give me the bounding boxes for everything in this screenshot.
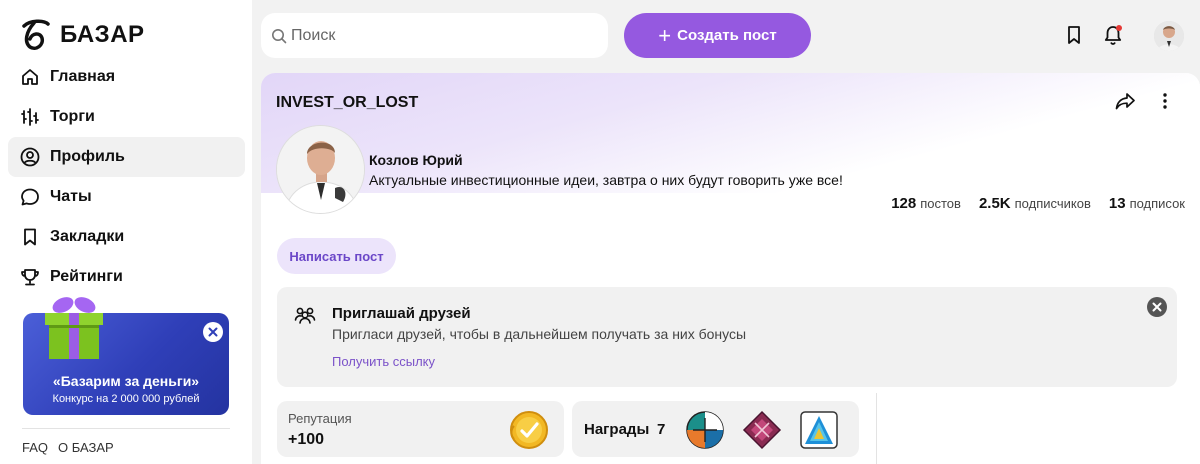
create-post-button[interactable]: + Создать пост	[624, 13, 811, 58]
sidebar-item-trading[interactable]: Торги	[8, 97, 245, 137]
invite-friends-card: Приглашай друзей Пригласи друзей, чтобы …	[277, 287, 1177, 387]
sidebar-item-chats[interactable]: Чаты	[8, 177, 245, 217]
sidebar-item-label: Торги	[50, 108, 95, 125]
profile-card: INVEST_OR_LOST Козлов Юрий Актуальные ин…	[261, 73, 1200, 393]
awards-label: Награды	[584, 421, 650, 438]
sidebar-item-label: Рейтинги	[50, 268, 123, 285]
reputation-card[interactable]: Репутация +100	[277, 401, 564, 457]
award-badge-icon[interactable]	[742, 410, 782, 450]
user-avatar[interactable]	[1154, 21, 1184, 51]
get-link-button[interactable]: Получить ссылку	[332, 354, 435, 369]
profile-stats: 128 постов 2.5K подписчиков 13 подписок	[891, 195, 1185, 213]
awards-count: 7	[657, 421, 666, 438]
reputation-label: Репутация	[288, 411, 352, 426]
bookmark-icon	[20, 227, 40, 247]
stat-subscriptions[interactable]: 13 подписок	[1109, 195, 1185, 213]
promo-subtitle: Конкурс на 2 000 000 рублей	[52, 393, 200, 405]
write-post-button[interactable]: Написать пост	[277, 238, 396, 274]
faq-link[interactable]: FAQ	[22, 440, 48, 455]
search-input[interactable]	[291, 26, 591, 45]
stat-subscribers-value: 2.5K	[978, 195, 1011, 212]
stat-subscribers[interactable]: 2.5K подписчиков	[979, 195, 1091, 213]
logo[interactable]: БАЗАР	[18, 18, 145, 52]
sidebar-divider	[22, 428, 230, 429]
awards-card[interactable]: Награды 7	[572, 401, 859, 457]
promo-title: «Базарим за деньги»	[52, 373, 200, 389]
award-badge-icon[interactable]	[799, 410, 839, 450]
sidebar-item-label: Главная	[50, 68, 116, 85]
trophy-icon	[20, 267, 40, 287]
sidebar: БАЗАР Главная Торги Профиль Чаты Закладк…	[0, 0, 252, 464]
stat-posts-value: 128	[891, 195, 917, 212]
sidebar-item-ratings[interactable]: Рейтинги	[8, 257, 245, 297]
close-icon	[208, 327, 218, 337]
stat-posts[interactable]: 128 постов	[891, 195, 961, 213]
search-icon	[272, 28, 287, 43]
plus-icon: +	[658, 22, 672, 48]
profile-avatar-image	[277, 126, 364, 213]
about-link[interactable]: О БАЗАР	[58, 440, 114, 455]
column-divider	[876, 393, 877, 464]
profile-achievements: Репутация +100 Награды 7	[261, 393, 1200, 464]
sidebar-item-bookmarks[interactable]: Закладки	[8, 217, 245, 257]
profile-name: Козлов Юрий	[369, 152, 463, 168]
reputation-medal-icon	[510, 411, 548, 449]
reputation-value: +100	[288, 431, 325, 448]
profile-username: INVEST_OR_LOST	[276, 94, 419, 111]
stat-subscribers-label: подписчиков	[1014, 196, 1091, 211]
stat-subscriptions-value: 13	[1108, 195, 1126, 212]
award-badge-icon[interactable]	[685, 410, 725, 450]
brand-name: БАЗАР	[60, 21, 145, 48]
logo-icon	[22, 19, 50, 51]
home-icon	[20, 67, 40, 87]
gift-icon	[45, 297, 103, 359]
close-icon	[1152, 302, 1162, 312]
user-avatar-image	[1154, 21, 1184, 51]
invite-title: Приглашай друзей	[332, 305, 471, 322]
invite-text: Пригласи друзей, чтобы в дальнейшем полу…	[332, 326, 747, 342]
sidebar-item-label: Закладки	[50, 228, 125, 245]
sidebar-item-home[interactable]: Главная	[8, 57, 245, 97]
sidebar-item-profile[interactable]: Профиль	[8, 137, 245, 177]
promo-banner[interactable]: «Базарим за деньги» Конкурс на 2 000 000…	[23, 297, 229, 415]
share-icon[interactable]	[1114, 90, 1136, 112]
footer-links: FAQ О БАЗАР	[22, 440, 114, 455]
promo-close-button[interactable]	[203, 322, 223, 342]
profile-icon	[20, 147, 40, 167]
profile-bio: Актуальные инвестиционные идеи, завтра о…	[369, 172, 843, 188]
friends-icon	[294, 307, 316, 324]
profile-avatar	[276, 125, 365, 214]
sidebar-item-label: Чаты	[50, 188, 92, 205]
chat-icon	[20, 187, 40, 207]
sidebar-item-label: Профиль	[50, 148, 125, 165]
invite-close-button[interactable]	[1147, 297, 1167, 317]
bookmark-icon[interactable]	[1063, 24, 1085, 46]
trading-icon	[20, 107, 40, 127]
create-post-label: Создать пост	[677, 27, 777, 44]
bell-icon[interactable]	[1102, 24, 1124, 46]
stat-subscriptions-label: подписок	[1129, 196, 1185, 211]
stat-posts-label: постов	[920, 196, 961, 211]
more-options-icon[interactable]	[1155, 91, 1175, 111]
sidebar-nav: Главная Торги Профиль Чаты Закладки Рейт…	[8, 57, 245, 297]
search-bar[interactable]	[261, 13, 608, 58]
